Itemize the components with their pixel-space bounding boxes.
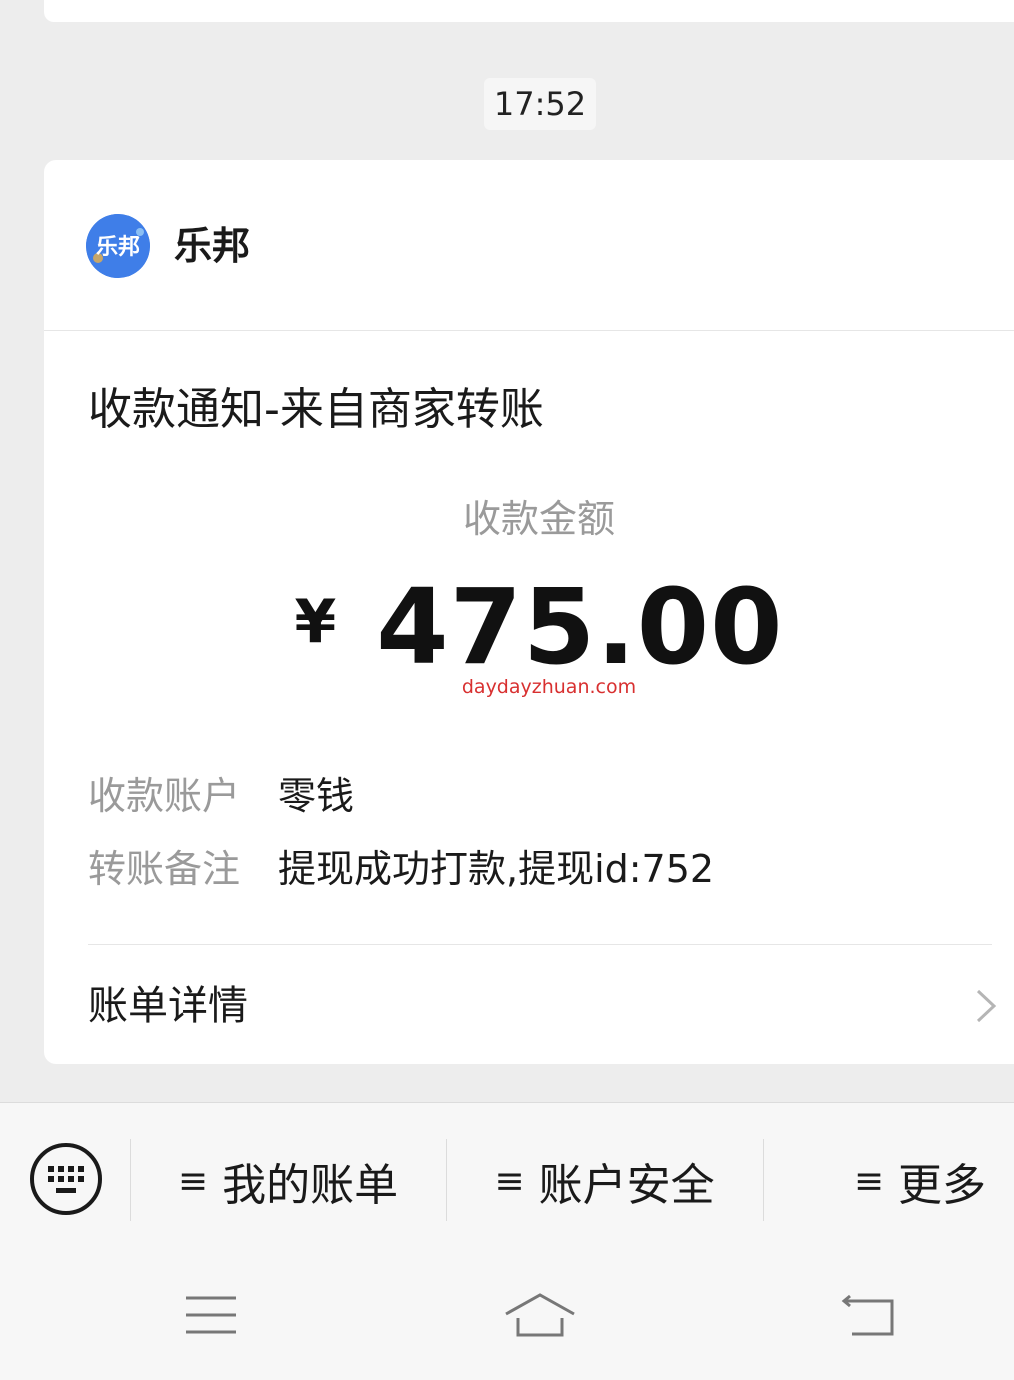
detail-value: 提现成功打款,提现id:752	[278, 846, 715, 891]
merchant-avatar[interactable]: 乐邦	[86, 214, 150, 278]
detail-row-account: 收款账户 零钱	[88, 764, 354, 820]
menu-item-account-security[interactable]: ≡ 账户安全	[447, 1153, 762, 1211]
bill-detail-link[interactable]: 账单详情	[88, 974, 998, 1038]
menu-item-more[interactable]: ≡ 更多	[764, 1153, 1014, 1211]
menu-item-my-bills[interactable]: ≡ 我的账单	[131, 1153, 445, 1211]
system-navigation-bar	[0, 1252, 1014, 1380]
amount-label: 收款金额	[462, 497, 615, 541]
detail-label: 收款账户	[88, 773, 241, 818]
avatar-text: 乐邦	[96, 235, 140, 260]
detail-row-remark: 转账备注 提现成功打款,提现id:752	[88, 837, 714, 893]
message-timestamp: 17:52	[484, 78, 596, 130]
menu-item-label: 更多	[898, 1160, 986, 1211]
amount-value: 475.00	[376, 566, 784, 688]
detail-label: 转账备注	[88, 846, 241, 891]
home-icon[interactable]	[504, 1292, 576, 1338]
list-icon: ≡	[494, 1160, 525, 1202]
amount-row: ¥ 475.00	[44, 572, 1014, 682]
menu-icon[interactable]	[184, 1294, 238, 1336]
list-icon: ≡	[853, 1160, 884, 1202]
keyboard-icon[interactable]	[28, 1141, 104, 1217]
currency-symbol: ¥	[294, 587, 337, 657]
service-menu-bar: ≡ 我的账单 ≡ 账户安全 ≡ 更多	[0, 1102, 1014, 1253]
payment-notification-card[interactable]: 乐邦 乐邦 收款通知-来自商家转账 收款金额 ¥ 475.00 daydayzh…	[44, 160, 1014, 1064]
menu-item-label: 我的账单	[222, 1160, 399, 1211]
bill-detail-label: 账单详情	[88, 983, 248, 1029]
watermark-text: daydayzhuan.com	[461, 676, 637, 698]
menu-item-label: 账户安全	[538, 1160, 715, 1211]
previous-message-card	[44, 0, 1014, 22]
list-icon: ≡	[177, 1160, 209, 1202]
divider	[88, 944, 992, 945]
card-header: 乐邦 乐邦	[44, 160, 1014, 331]
detail-value: 零钱	[278, 773, 355, 818]
chevron-right-icon	[976, 989, 997, 1023]
merchant-name[interactable]: 乐邦	[174, 222, 250, 270]
notification-title: 收款通知-来自商家转账	[88, 384, 544, 435]
back-icon[interactable]	[840, 1292, 896, 1338]
